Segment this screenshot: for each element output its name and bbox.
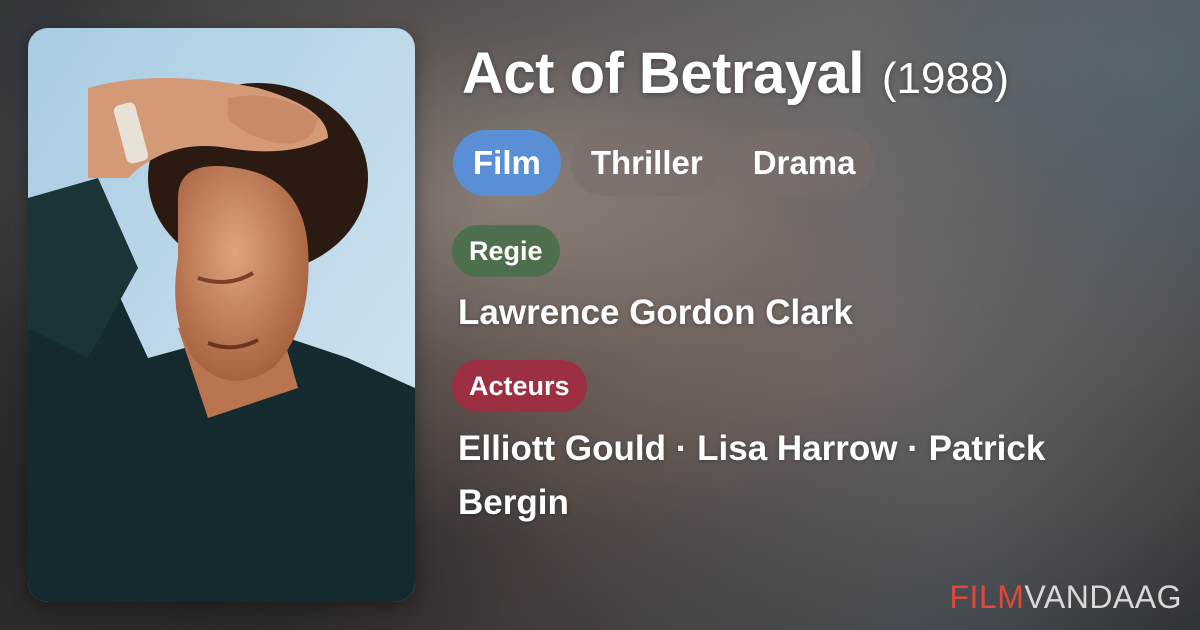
logo-part-film: FILM [949,579,1025,615]
director-name[interactable]: Lawrence Gordon Clark [458,286,853,340]
tag-drama[interactable]: Drama [732,130,876,196]
tag-list: Film Thriller Drama [453,130,876,196]
movie-title: Act of Betrayal [462,41,864,106]
logo-part-vandaag: VANDAAG [1024,579,1182,615]
title-row: Act of Betrayal (1988) [462,40,1009,107]
acteurs-badge: Acteurs [452,360,587,412]
cast-list[interactable]: Elliott Gould · Lisa Harrow · Patrick Be… [458,422,1148,530]
tag-film[interactable]: Film [453,130,561,196]
tag-thriller[interactable]: Thriller [570,130,723,196]
regie-badge: Regie [452,225,560,277]
filmvandaag-logo[interactable]: FILMVANDAAG [950,579,1183,616]
movie-poster [28,28,415,602]
movie-year: (1988) [881,54,1010,103]
